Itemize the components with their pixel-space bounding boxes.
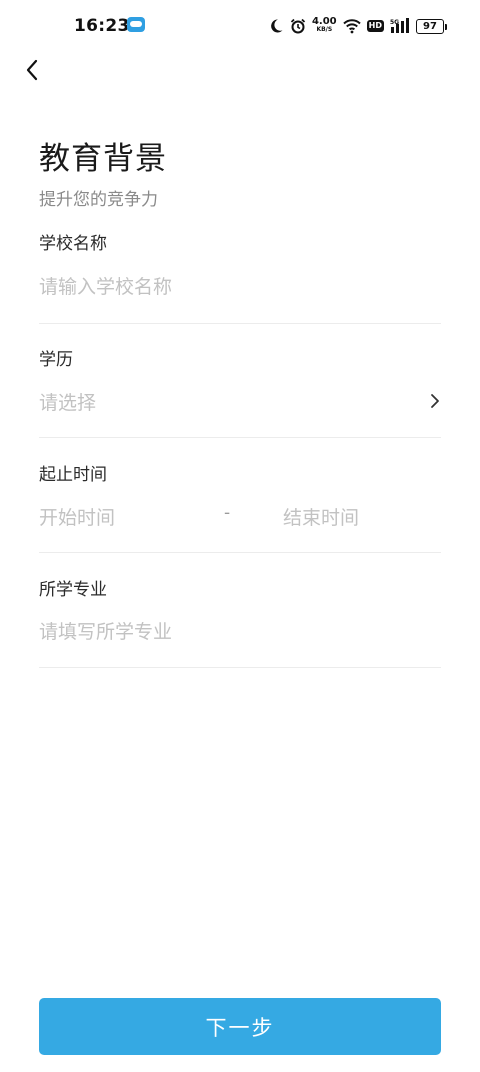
degree-label: 学历: [39, 350, 73, 370]
degree-field[interactable]: 学历 请选择: [39, 323, 441, 438]
period-field: 起止时间 开始时间 - 结束时间: [39, 437, 441, 553]
period-separator: -: [224, 503, 231, 523]
back-button[interactable]: [18, 56, 46, 84]
net-speed-unit: KB/S: [316, 26, 333, 33]
school-input[interactable]: [39, 273, 441, 301]
moon-icon: [268, 18, 284, 34]
app-notification-icon: [127, 17, 145, 32]
wifi-icon: [342, 18, 361, 34]
end-time-picker[interactable]: 结束时间: [283, 503, 359, 530]
hd-badge: HD: [366, 20, 384, 32]
start-time-picker[interactable]: 开始时间: [39, 503, 115, 530]
next-step-button[interactable]: 下一步: [39, 998, 441, 1055]
school-label: 学校名称: [39, 234, 107, 254]
signal-icon: 5G: [390, 18, 410, 34]
major-input[interactable]: [39, 618, 441, 646]
net-speed-value: 4.00: [311, 16, 337, 27]
net-speed: 4.00 KB/S: [311, 16, 337, 34]
school-field: 学校名称: [39, 226, 441, 324]
chevron-left-icon: [26, 59, 38, 81]
status-time: 16:23: [74, 16, 130, 36]
page-subtitle: 提升您的竞争力: [39, 190, 158, 210]
status-icons: 4.00 KB/S HD 5G 97: [268, 16, 447, 36]
alarm-icon: [290, 18, 306, 34]
degree-select[interactable]: 请选择: [39, 388, 96, 415]
page-title: 教育背景: [39, 141, 167, 177]
chevron-right-icon: [431, 394, 439, 408]
period-label: 起止时间: [39, 465, 107, 485]
major-field: 所学专业: [39, 552, 441, 668]
major-label: 所学专业: [39, 580, 107, 600]
battery-indicator: 97: [416, 18, 447, 34]
status-bar: 16:23 4.00 KB/S HD 5G 97: [0, 0, 480, 56]
